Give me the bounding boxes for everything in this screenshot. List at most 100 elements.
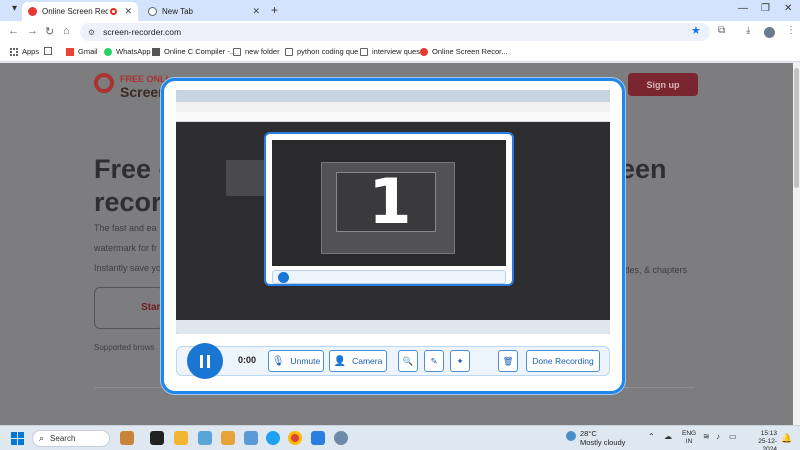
site-logo[interactable]: FREE ONLI Screen — [94, 73, 168, 99]
tab-search-icon[interactable]: ▾ — [12, 3, 17, 14]
sparkle-icon: ✦ — [456, 355, 464, 366]
address-bar[interactable]: ⚙ screen-recorder.com — [80, 23, 710, 41]
tab-label: Online Screen Recorder — [42, 7, 109, 16]
delete-button[interactable]: 🗑 — [498, 350, 518, 372]
hero-heading-right: een — [620, 154, 667, 184]
new-tab-button[interactable]: + — [271, 3, 278, 17]
preview-taskbar — [176, 320, 610, 334]
preview-bookmarks — [176, 112, 610, 122]
close-tab-icon[interactable]: ✕ — [252, 6, 260, 17]
signup-button[interactable]: Sign up — [628, 73, 698, 96]
app-icon[interactable] — [198, 431, 212, 445]
show-hidden-icons-icon[interactable]: ⌃ — [648, 432, 655, 441]
zoom-button[interactable]: 🔍 — [398, 350, 418, 372]
camera-button[interactable]: 👤 Camera — [329, 350, 387, 372]
chrome-icon[interactable] — [288, 431, 302, 445]
bookmark-new-folder[interactable]: new folder — [233, 47, 280, 56]
taskbar: ⌕ Search 28°C Mostly cloudy ⌃ ☁ ENG IN ≋ … — [0, 425, 800, 450]
app-icon[interactable] — [244, 431, 258, 445]
camera-user-icon: 👤 — [333, 355, 347, 367]
browser-toolbar: ← → ↻ ⌂ ⚙ screen-recorder.com ★ ⧉ ⤓ ⋮ — [0, 21, 800, 43]
gmail-icon — [66, 47, 74, 56]
windows-start-icon[interactable] — [11, 432, 24, 445]
language-indicator[interactable]: ENG IN — [682, 430, 696, 446]
magnifier-icon: 🔍 — [402, 355, 414, 366]
draw-button[interactable]: ✎ — [424, 350, 444, 372]
back-icon[interactable]: ← — [8, 25, 19, 37]
trash-icon: 🗑 — [502, 355, 514, 366]
tab-new-tab[interactable]: New Tab ✕ — [142, 2, 266, 21]
preview-tabstrip — [176, 90, 610, 102]
notification-bell-icon[interactable]: 🔔 — [781, 433, 792, 444]
recording-timer: 0:00 — [238, 355, 257, 365]
volume-icon[interactable]: ♪ — [716, 432, 720, 441]
search-icon: ⌕ — [39, 433, 45, 443]
bookmarks-bar: Apps Gmail WhatsApp Online C Compiler -.… — [0, 43, 800, 62]
system-clock[interactable]: 15:13 25-12-2024 — [745, 430, 777, 450]
onedrive-icon[interactable]: ☁ — [664, 432, 672, 441]
page-scrollbar[interactable] — [793, 63, 800, 425]
done-recording-button[interactable]: Done Recording — [526, 350, 600, 372]
close-tab-icon[interactable]: ✕ — [124, 6, 132, 17]
bookmark-whatsapp[interactable]: WhatsApp — [104, 47, 151, 56]
vscode-icon[interactable] — [311, 431, 325, 445]
bookmark-gmail[interactable]: Gmail — [66, 47, 98, 56]
folder-icon — [285, 47, 293, 56]
url-text: screen-recorder.com — [103, 27, 182, 37]
restore-icon[interactable]: ❐ — [761, 3, 770, 14]
bookmark-apps[interactable]: Apps — [10, 47, 39, 56]
whatsapp-icon — [104, 47, 112, 56]
bookmark-online-c-compiler[interactable]: Online C Compiler -... — [152, 47, 236, 56]
reload-icon[interactable]: ↻ — [45, 25, 54, 38]
recorder-favicon-icon — [420, 47, 428, 56]
tab-strip: Online Screen Recorder ✕ New Tab ✕ + ▾ —… — [0, 0, 800, 21]
unmute-button[interactable]: 🎙 Unmute — [268, 350, 324, 372]
tab-label: New Tab — [162, 7, 193, 16]
hero-text: The fast and ea — [94, 223, 157, 233]
globe-icon — [148, 7, 157, 16]
extensions-icon[interactable]: ⧉ — [718, 25, 725, 36]
effects-button[interactable]: ✦ — [450, 350, 470, 372]
folder-icon — [233, 47, 241, 56]
pause-button[interactable] — [187, 343, 223, 379]
close-window-icon[interactable]: ✕ — [784, 3, 792, 14]
site-info-icon[interactable]: ⚙ — [88, 28, 95, 37]
wifi-icon[interactable]: ≋ — [703, 432, 710, 441]
profile-avatar[interactable] — [764, 27, 775, 38]
tab-groups-icon[interactable] — [44, 47, 56, 55]
menu-icon[interactable]: ⋮ — [786, 25, 796, 36]
bookmark-star-icon[interactable]: ★ — [691, 24, 701, 37]
hero-text: watermark for fr — [94, 243, 158, 253]
start-recording-button[interactable]: Star — [94, 287, 164, 329]
countdown-number: 1 — [368, 165, 412, 238]
home-icon[interactable]: ⌂ — [63, 25, 70, 37]
file-explorer-icon[interactable] — [174, 431, 188, 445]
scrollbar-thumb[interactable] — [794, 68, 799, 188]
apps-grid-icon — [10, 47, 18, 56]
bookmark-python-coding-que[interactable]: python coding que — [285, 47, 358, 56]
bookmark-online-screen-recorder[interactable]: Online Screen Recor... — [420, 47, 507, 56]
pen-icon: ✎ — [430, 355, 438, 366]
supported-browsers-text: Supported brows — [94, 343, 155, 352]
hero-text: tles, & chapters — [625, 265, 688, 275]
app-icon[interactable] — [221, 431, 235, 445]
weather-widget[interactable]: 28°C Mostly cloudy — [566, 429, 625, 447]
download-icon[interactable]: ⤓ — [746, 25, 750, 36]
task-view-icon[interactable] — [150, 431, 164, 445]
bookmark-interview-ques[interactable]: interview ques — [360, 47, 420, 56]
hero-text: Instantly save yo — [94, 263, 162, 273]
logo-mark-icon — [94, 73, 114, 93]
mic-off-icon: 🎙 — [271, 355, 285, 367]
battery-icon[interactable]: ▭ — [729, 432, 737, 441]
minimize-icon[interactable]: — — [738, 3, 748, 14]
taskbar-search[interactable]: ⌕ Search — [32, 430, 110, 447]
preview-pause-icon — [278, 272, 289, 283]
recording-indicator-icon — [110, 8, 118, 15]
recorder-favicon-icon — [28, 7, 37, 16]
forward-icon[interactable]: → — [27, 25, 38, 37]
widgets-app-icon[interactable] — [120, 431, 134, 445]
settings-icon[interactable] — [334, 431, 348, 445]
edge-icon[interactable] — [266, 431, 280, 445]
tab-online-screen-recorder[interactable]: Online Screen Recorder ✕ — [22, 2, 138, 21]
preview-toolbar — [176, 102, 610, 112]
